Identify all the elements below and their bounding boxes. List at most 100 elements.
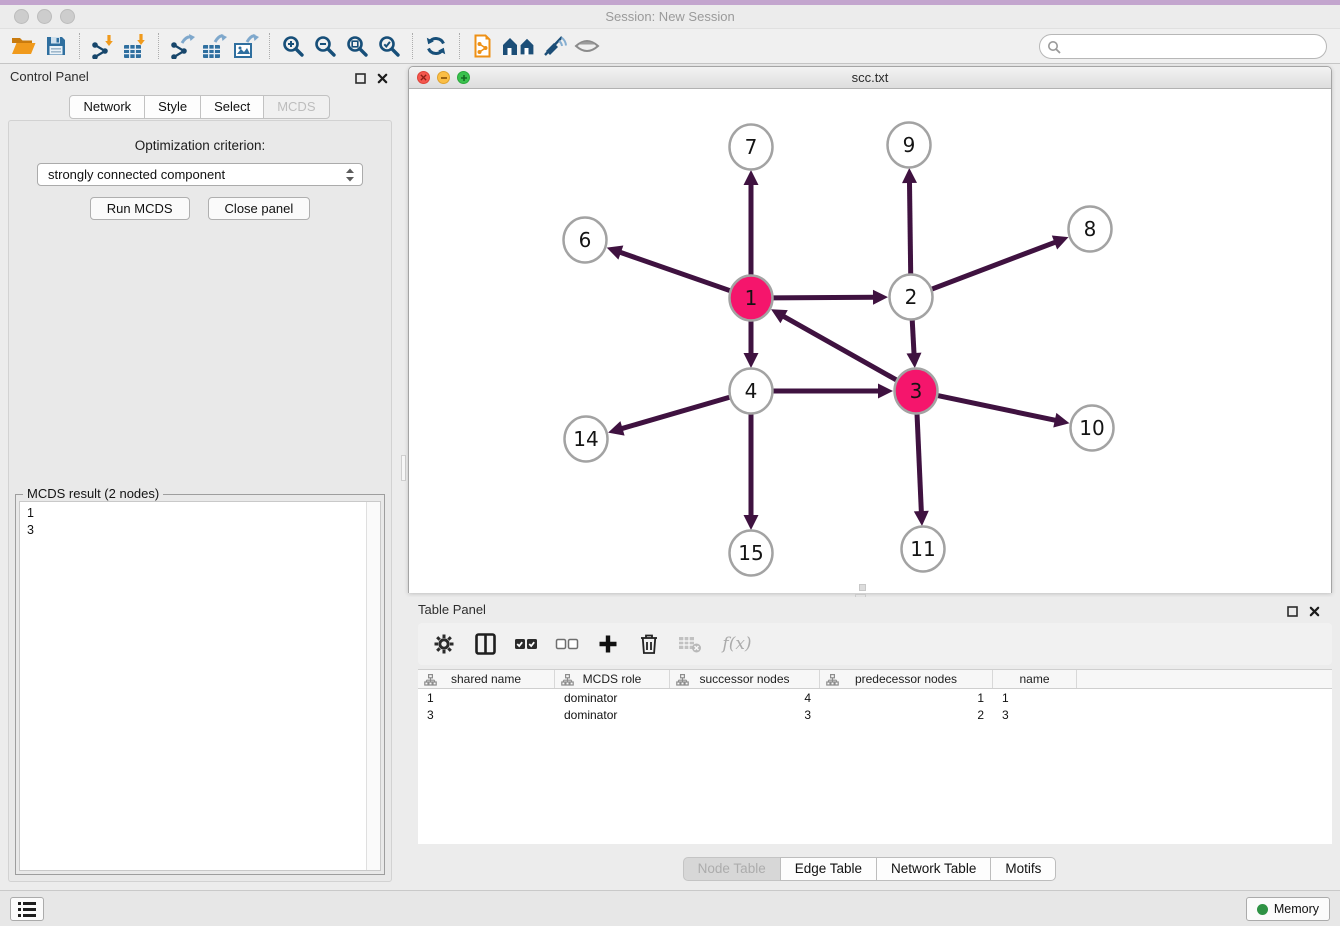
new-network-from-selection-button[interactable] [467, 31, 499, 61]
graph-node-label-10: 10 [1079, 416, 1104, 440]
toolbar-separator [459, 33, 460, 59]
tab-network[interactable]: Network [69, 95, 145, 119]
tree-hierarchy-icon [561, 674, 574, 689]
table-body[interactable]: 1dominator4113dominator323 [418, 689, 1332, 723]
column-header-shared-name[interactable]: shared name [418, 670, 555, 688]
zoom-out-icon [313, 34, 337, 58]
hide-annotations-button[interactable] [539, 31, 571, 61]
column-header-predecessor-nodes[interactable]: predecessor nodes [820, 670, 993, 688]
column-header-MCDS-role[interactable]: MCDS role [555, 670, 670, 688]
import-network-icon [90, 33, 116, 59]
node-table[interactable]: shared nameMCDS rolesuccessor nodesprede… [418, 669, 1332, 844]
network-graph[interactable]: 7968124314101511 [409, 89, 1331, 593]
graph-arrowhead [744, 170, 759, 185]
toolbar-separator [79, 33, 80, 59]
show-graphics-details-button[interactable] [571, 31, 603, 61]
graph-arrowhead [1053, 413, 1069, 428]
import-table-button[interactable] [119, 31, 151, 61]
zoom-fit-button[interactable] [341, 31, 373, 61]
memory-status-dot [1257, 904, 1268, 915]
graph-arrowhead [873, 290, 888, 305]
close-icon [1309, 606, 1320, 617]
close-panel-button-mcds[interactable]: Close panel [208, 197, 311, 220]
graph-node-label-15: 15 [738, 541, 763, 565]
column-header-name[interactable]: name [993, 670, 1077, 688]
delete-table-button[interactable] [676, 630, 704, 658]
graph-edge-2-8[interactable] [931, 242, 1057, 290]
network-canvas[interactable]: 7968124314101511 [409, 89, 1331, 593]
table-header-row[interactable]: shared nameMCDS rolesuccessor nodesprede… [418, 669, 1332, 689]
graph-node-label-6: 6 [579, 228, 592, 252]
graph-node-label-9: 9 [903, 133, 916, 157]
delete-column-button[interactable] [635, 630, 663, 658]
run-mcds-button[interactable]: Run MCDS [90, 197, 190, 220]
zoom-selected-button[interactable] [373, 31, 405, 61]
toolbar-separator [412, 33, 413, 59]
tab-style[interactable]: Style [144, 95, 201, 119]
graph-edge-3-1[interactable] [782, 316, 897, 381]
zoom-out-button[interactable] [309, 31, 341, 61]
tab-motifs[interactable]: Motifs [990, 857, 1056, 881]
panel-splitter[interactable] [400, 64, 408, 890]
memory-button[interactable]: Memory [1246, 897, 1330, 921]
table-row[interactable]: 1dominator411 [418, 689, 1332, 706]
graph-edge-3-10[interactable] [937, 395, 1057, 420]
tab-select[interactable]: Select [200, 95, 264, 119]
deselect-all-button[interactable] [553, 630, 581, 658]
function-builder-button[interactable]: f(x) [717, 630, 757, 658]
network-window-titlebar[interactable]: scc.txt [409, 67, 1331, 89]
mcds-result-area[interactable]: 1 3 [19, 501, 381, 871]
graph-edge-4-14[interactable] [621, 397, 731, 429]
float-table-panel-button[interactable] [1287, 604, 1298, 622]
add-column-button[interactable] [594, 630, 622, 658]
export-table-icon [201, 33, 227, 59]
open-session-button[interactable] [8, 31, 40, 61]
result-scrollbar[interactable] [366, 502, 380, 870]
select-all-button[interactable] [512, 630, 540, 658]
table-row[interactable]: 3dominator323 [418, 706, 1332, 723]
graph-edge-2-9[interactable] [909, 181, 910, 276]
graph-edge-2-3[interactable] [912, 318, 914, 355]
mcds-result-title: MCDS result (2 nodes) [23, 486, 163, 501]
graph-arrowhead [608, 421, 624, 435]
search-input[interactable] [1065, 37, 1326, 57]
main-toolbar [0, 29, 1340, 64]
canvas-resize-grip[interactable] [859, 584, 866, 591]
zoom-fit-icon [345, 34, 369, 58]
zoom-in-button[interactable] [277, 31, 309, 61]
splitter-handle[interactable] [401, 455, 406, 481]
table-toolbar: f(x) [418, 623, 1332, 665]
graph-edge-3-11[interactable] [917, 412, 921, 513]
status-bar: Memory [0, 890, 1340, 926]
tab-node-table[interactable]: Node Table [683, 857, 781, 881]
tab-network-table[interactable]: Network Table [876, 857, 991, 881]
eye-icon [574, 35, 600, 57]
column-settings-button[interactable] [430, 630, 458, 658]
delete-table-icon [678, 633, 702, 655]
export-network-button[interactable] [166, 31, 198, 61]
export-image-button[interactable] [230, 31, 262, 61]
home-layout-button[interactable] [499, 31, 539, 61]
export-network-icon [169, 33, 195, 59]
workspace-area: scc.txt 7968124314101511 Table Panel [408, 64, 1332, 890]
export-table-button[interactable] [198, 31, 230, 61]
graph-arrowhead [902, 168, 917, 183]
graph-edge-1-2[interactable] [772, 297, 875, 298]
graph-arrowhead [744, 353, 759, 368]
tab-edge-table[interactable]: Edge Table [780, 857, 877, 881]
close-table-panel-button[interactable] [1309, 604, 1320, 622]
close-panel-button[interactable] [377, 71, 388, 89]
float-panel-button[interactable] [355, 71, 366, 89]
optimization-criterion-select[interactable]: strongly connected component [37, 163, 363, 186]
show-column-panel-button[interactable] [471, 630, 499, 658]
tab-mcds[interactable]: MCDS [263, 95, 329, 119]
column-header-successor-nodes[interactable]: successor nodes [670, 670, 820, 688]
graph-arrowhead [607, 245, 624, 259]
float-icon [355, 73, 366, 84]
search-field[interactable] [1039, 34, 1327, 59]
graph-edge-1-6[interactable] [619, 252, 731, 291]
save-session-button[interactable] [40, 31, 72, 61]
refresh-layout-button[interactable] [420, 31, 452, 61]
task-history-button[interactable] [10, 897, 44, 921]
import-network-button[interactable] [87, 31, 119, 61]
